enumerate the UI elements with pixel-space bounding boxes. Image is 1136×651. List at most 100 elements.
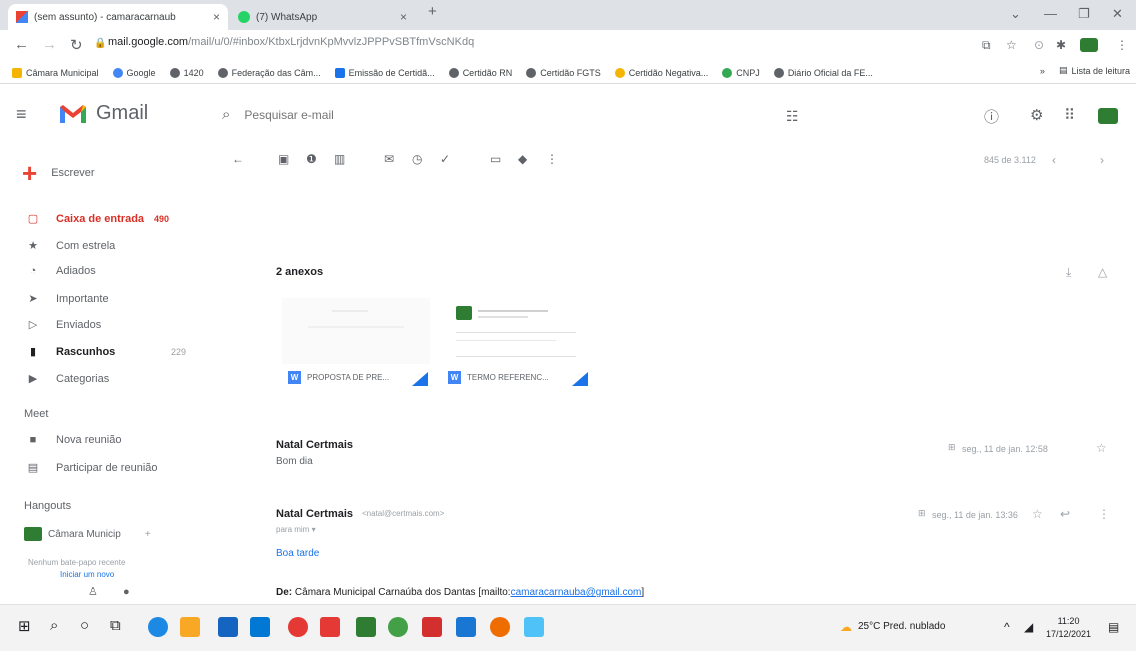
add-to-drive-icon[interactable]: △ (1098, 265, 1107, 279)
office-app-icon[interactable] (320, 617, 340, 637)
mark-unread-icon[interactable]: ✉ (384, 152, 394, 166)
store-icon[interactable] (218, 617, 238, 637)
sidebar-item-categories[interactable]: ▶ Categorias (26, 372, 186, 386)
search-input[interactable] (244, 107, 545, 122)
tab-whatsapp[interactable]: (7) WhatsApp × (230, 4, 415, 30)
reading-list-label[interactable]: Lista de leitura (1071, 66, 1130, 76)
system-clock[interactable]: 11:20 17/12/2021 (1046, 615, 1091, 641)
help-icon[interactable]: ⓘ (984, 106, 999, 127)
share-icon[interactable]: ⧉ (982, 38, 991, 53)
search-options-icon[interactable]: ☷ (786, 108, 799, 125)
bookmark-item[interactable]: Certidão Negativa... (614, 67, 708, 78)
recipient-dropdown[interactable]: para mim ▾ (276, 525, 316, 534)
more-vert-icon[interactable]: ⋮ (1098, 507, 1110, 521)
notifications-icon[interactable]: ▤ (1108, 620, 1119, 634)
sidebar-item-sent[interactable]: ▷ Enviados (26, 318, 186, 332)
star-outline-icon[interactable]: ☆ (1032, 507, 1043, 521)
reading-list-icon[interactable]: ▤ (1059, 65, 1068, 76)
restore-button[interactable]: ❐ (1078, 6, 1090, 22)
back-arrow-icon[interactable]: ← (14, 36, 29, 53)
bookmark-item[interactable]: Federação das Câm... (217, 67, 321, 78)
move-to-folder-icon[interactable]: ▭ (490, 152, 501, 166)
tab-search-icon[interactable]: ⌄ (1010, 6, 1021, 22)
label-tag-icon[interactable]: ◆ (518, 152, 527, 166)
add-chat-icon[interactable]: + (145, 529, 151, 540)
compose-button[interactable]: + Escrever (22, 160, 95, 186)
person-icon[interactable]: ♙ (88, 586, 98, 598)
word-icon[interactable] (456, 617, 476, 637)
extension-icon[interactable]: ⊙ (1034, 38, 1044, 52)
gmail-logo[interactable]: Gmail (58, 102, 148, 125)
bookmark-item[interactable]: Google (112, 67, 156, 78)
network-icon[interactable]: ◢ (1024, 620, 1033, 634)
older-chevron-icon[interactable]: › (1100, 153, 1104, 167)
sidebar-item-important[interactable]: ➤ Importante (26, 292, 186, 306)
snooze-clock-icon[interactable]: ◷ (412, 152, 422, 166)
hangouts-user[interactable]: Câmara Municip + (24, 527, 151, 541)
edge-browser-icon[interactable] (148, 617, 168, 637)
tab-gmail[interactable]: (sem assunto) - camaracarnaub × (8, 4, 228, 30)
minimize-button[interactable]: — (1044, 6, 1057, 21)
weather-icon[interactable]: ☁ (840, 620, 852, 634)
sender-name[interactable]: Natal Certmais (276, 508, 353, 520)
search-icon[interactable]: ⌕ (222, 106, 230, 123)
bookmark-item[interactable]: CNPJ (722, 67, 760, 78)
search-icon[interactable]: ⌕ (50, 617, 58, 634)
firefox-icon[interactable] (490, 617, 510, 637)
windows-start-icon[interactable]: ⊞ (18, 617, 31, 635)
weather-text[interactable]: 25°C Pred. nublado (858, 621, 945, 632)
download-all-icon[interactable]: ⤓ (1066, 265, 1071, 280)
delete-icon[interactable]: ▥ (334, 152, 345, 166)
report-spam-icon[interactable]: ❶ (306, 152, 317, 166)
lock-icon[interactable]: 🔒 (94, 38, 106, 49)
close-window-button[interactable]: ✕ (1112, 6, 1123, 22)
start-new-chat-link[interactable]: Iniciar um novo (60, 570, 114, 579)
task-view-icon[interactable]: ⧉ (110, 617, 121, 634)
sidebar-item-drafts[interactable]: ▮ Rascunhos 229 (26, 345, 186, 359)
mail-app-icon[interactable] (250, 617, 270, 637)
excel-icon[interactable] (356, 617, 376, 637)
back-to-inbox-icon[interactable]: ← (232, 152, 244, 166)
attachment-card[interactable]: W PROPOSTA DE PRE... (282, 298, 430, 394)
puzzle-extensions-icon[interactable]: ✱ (1056, 38, 1066, 52)
cortana-circle-icon[interactable]: ○ (80, 617, 89, 634)
sidebar-item-inbox[interactable]: ▢ Caixa de entrada 490 (26, 212, 186, 226)
chat-bubble-icon[interactable]: ● (123, 586, 130, 598)
star-outline-icon[interactable]: ☆ (1096, 441, 1107, 455)
url-field[interactable]: mail.google.com/mail/u/0/#inbox/KtbxLrjd… (108, 36, 474, 48)
chrome-browser-icon[interactable] (388, 617, 408, 637)
add-task-icon[interactable]: ✓ (440, 152, 450, 166)
account-avatar[interactable] (1098, 108, 1118, 124)
apps-grid-icon[interactable]: ⠿ (1064, 106, 1075, 124)
tray-overflow-icon[interactable]: ^ (1004, 620, 1010, 634)
file-explorer-icon[interactable] (180, 617, 200, 637)
pdf-reader-icon[interactable] (422, 617, 442, 637)
from-email-link[interactable]: camaracarnauba@gmail.com (511, 587, 642, 598)
bookmark-item[interactable]: Câmara Municipal (12, 67, 99, 78)
new-tab-button[interactable]: + (428, 3, 437, 20)
bookmark-item[interactable]: Certidão RN (448, 67, 512, 78)
newer-chevron-icon[interactable]: ‹ (1052, 153, 1056, 167)
tab-close-icon[interactable]: × (400, 10, 407, 24)
sidebar-item-join-meeting[interactable]: ▤ Participar de reunião (26, 461, 186, 475)
sidebar-item-starred[interactable]: ★ Com estrela (26, 239, 186, 253)
sidebar-item-snoozed[interactable]: ◔ Adiados (26, 265, 186, 277)
forward-arrow-icon[interactable]: → (42, 36, 57, 53)
media-app-icon[interactable] (288, 617, 308, 637)
bookmarks-overflow-icon[interactable]: » (1040, 66, 1045, 76)
reload-icon[interactable]: ↻ (70, 36, 83, 54)
bookmark-item[interactable]: Certidão FGTS (526, 67, 601, 78)
bookmark-item[interactable]: 1420 (169, 67, 204, 78)
browser-menu-icon[interactable]: ⋮ (1116, 38, 1128, 52)
bookmark-star-icon[interactable]: ☆ (1006, 38, 1017, 52)
settings-gear-icon[interactable]: ⚙ (1030, 106, 1043, 124)
profile-avatar[interactable] (1080, 38, 1098, 52)
main-menu-icon[interactable]: ≡ (16, 104, 27, 125)
tab-close-icon[interactable]: × (213, 10, 220, 24)
more-options-icon[interactable]: ⋮ (546, 152, 558, 166)
bookmark-item[interactable]: Emissão de Certidã... (334, 67, 435, 78)
rdp-icon[interactable] (524, 617, 544, 637)
attachment-card[interactable]: W TERMO REFERENC... (442, 298, 590, 394)
sidebar-item-new-meeting[interactable]: ■ Nova reunião (26, 434, 186, 446)
bookmark-item[interactable]: Diário Oficial da FE... (773, 67, 873, 78)
